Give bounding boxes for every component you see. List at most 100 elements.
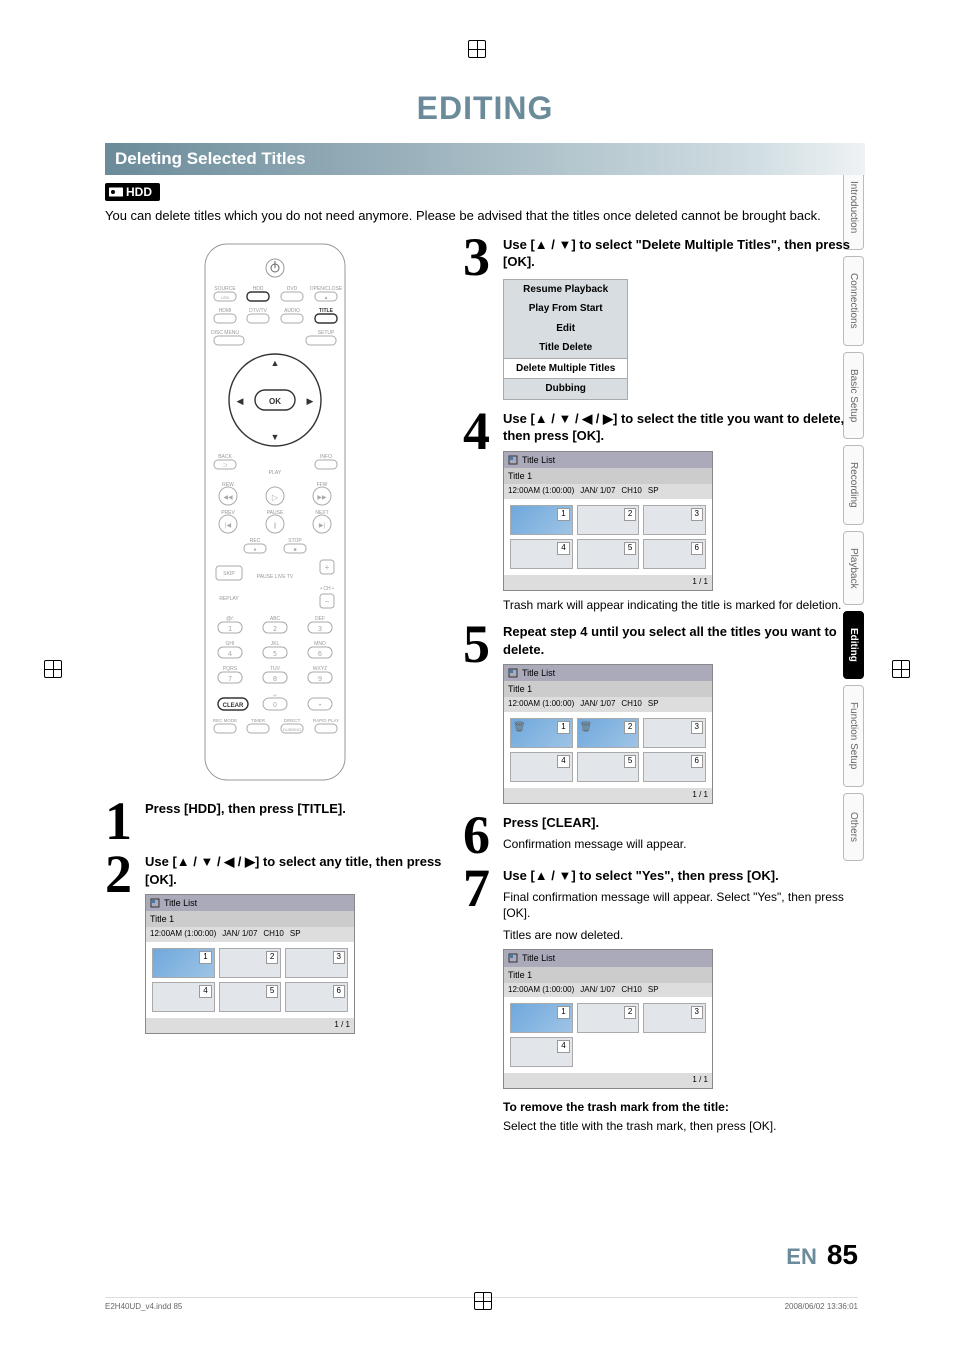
svg-text:TUV: TUV <box>270 666 281 672</box>
step-number: 5 <box>463 623 497 804</box>
svg-text:▶: ▶ <box>307 396 314 406</box>
svg-text:JKL: JKL <box>271 641 280 647</box>
svg-text:HDMI: HDMI <box>219 308 232 314</box>
columns: SOURCE HDD DVD OPEN/CLOSE USB ▲ HDMI DTV… <box>105 236 865 1145</box>
crop-mark-left <box>44 660 62 683</box>
svg-text:■: ■ <box>293 547 296 553</box>
svg-text:OK: OK <box>269 397 281 406</box>
step-1-title: Press [HDD], then press [TITLE]. <box>145 800 445 818</box>
step-number: 2 <box>105 853 139 1034</box>
page-number: 85 <box>827 1239 858 1271</box>
tl-header: Title List <box>164 897 197 909</box>
svg-text:STOP: STOP <box>288 538 302 544</box>
svg-text:◀: ◀ <box>237 396 244 406</box>
svg-text:2: 2 <box>273 625 277 633</box>
step-4-title: Use [▲ / ▼ / ◀ / ▶] to select the title … <box>503 410 853 445</box>
svg-text:SETUP: SETUP <box>318 330 335 336</box>
step-4: 4 Use [▲ / ▼ / ◀ / ▶] to select the titl… <box>463 410 853 613</box>
step-5: 5 Repeat step 4 until you select all the… <box>463 623 853 804</box>
svg-text:REPLAY: REPLAY <box>219 596 239 602</box>
step-7-body: Final confirmation message will appear. … <box>503 889 853 921</box>
step-number: 3 <box>463 236 497 400</box>
svg-text:+: + <box>325 563 330 572</box>
step-5-title: Repeat step 4 until you select all the t… <box>503 623 853 658</box>
step-4-note: Trash mark will appear indicating the ti… <box>503 597 853 613</box>
svg-text:AUDIO: AUDIO <box>284 308 300 314</box>
svg-text:6: 6 <box>318 650 322 658</box>
tl-icon <box>508 668 518 678</box>
svg-text:4: 4 <box>228 650 232 658</box>
menu-item[interactable]: Resume Playback <box>504 280 627 300</box>
svg-text:ABC: ABC <box>270 616 281 622</box>
svg-text:▼: ▼ <box>271 432 280 442</box>
column-right: 3 Use [▲ / ▼] to select "Delete Multiple… <box>463 236 853 1145</box>
svg-text:OPEN/CLOSE: OPEN/CLOSE <box>310 286 343 292</box>
svg-text:WXYZ: WXYZ <box>313 666 327 672</box>
foot-time: 2008/06/02 13:36:01 <box>785 1302 858 1311</box>
hdd-badge-label: HDD <box>126 185 152 199</box>
intro-text: You can delete titles which you do not n… <box>105 207 865 226</box>
step-3-title: Use [▲ / ▼] to select "Delete Multiple T… <box>503 236 853 271</box>
menu-item[interactable]: Title Delete <box>504 338 627 358</box>
svg-text:REC: REC <box>250 538 261 544</box>
foot-file: E2H40UD_v4.indd 85 <box>105 1302 182 1311</box>
svg-text:0: 0 <box>273 702 277 709</box>
tl-footer: 1 / 1 <box>146 1018 354 1033</box>
footer-note-heading: To remove the trash mark from the title: <box>503 1099 853 1115</box>
section-heading: Deleting Selected Titles <box>105 143 865 175</box>
menu-item-selected[interactable]: Delete Multiple Titles <box>504 358 627 380</box>
page-footer: EN 85 <box>786 1239 858 1271</box>
popup-menu: Resume Playback Play From Start Edit Tit… <box>503 279 628 400</box>
content: EDITING Deleting Selected Titles HDD You… <box>105 90 865 1145</box>
hdd-badge: HDD <box>105 183 160 201</box>
svg-text:3: 3 <box>318 625 322 633</box>
step-6-body: Confirmation message will appear. <box>503 836 853 852</box>
menu-item[interactable]: Play From Start <box>504 299 627 319</box>
svg-text:||: || <box>273 523 277 529</box>
step-6: 6 Press [CLEAR]. Confirmation message wi… <box>463 814 853 857</box>
menu-item[interactable]: Edit <box>504 319 627 339</box>
svg-text:5: 5 <box>273 650 277 658</box>
svg-text:• CH •: • CH • <box>320 586 334 592</box>
step-2: 2 Use [▲ / ▼ / ◀ / ▶] to select any titl… <box>105 853 445 1034</box>
step-7-note: Titles are now deleted. <box>503 927 853 943</box>
tl-icon <box>150 898 160 908</box>
svg-text:RAPID PLAY: RAPID PLAY <box>313 718 339 723</box>
svg-text:•: • <box>319 703 321 709</box>
svg-text:▷: ▷ <box>272 493 279 502</box>
svg-text:DIRECT: DIRECT <box>284 718 301 723</box>
svg-text:1: 1 <box>228 625 232 633</box>
disc-icon <box>109 186 123 198</box>
svg-text:USB: USB <box>221 295 230 300</box>
svg-text:DEF: DEF <box>315 616 325 622</box>
svg-text:@/:: @/: <box>226 616 234 622</box>
title-list-step7: Title List Title 1 12:00AM (1:00:00)JAN/… <box>503 949 713 1089</box>
svg-text:▲: ▲ <box>271 358 280 368</box>
svg-text:BACK: BACK <box>218 454 232 460</box>
foot-meta: E2H40UD_v4.indd 85 2008/06/02 13:36:01 <box>105 1297 858 1311</box>
crop-mark-right <box>892 660 910 683</box>
svg-text:⊃: ⊃ <box>222 463 227 469</box>
step-7: 7 Use [▲ / ▼] to select "Yes", then pres… <box>463 867 853 1134</box>
step-3: 3 Use [▲ / ▼] to select "Delete Multiple… <box>463 236 853 400</box>
svg-text:◀◀: ◀◀ <box>223 495 233 501</box>
svg-text:|◀: |◀ <box>225 523 232 529</box>
menu-item[interactable]: Dubbing <box>504 379 627 399</box>
svg-text:INFO: INFO <box>320 454 332 460</box>
svg-text:7: 7 <box>228 675 232 683</box>
step-number: 7 <box>463 867 497 1134</box>
trash-icon: 🗑 <box>580 721 593 735</box>
svg-text:▶▶: ▶▶ <box>317 495 327 501</box>
svg-text:DUBBING: DUBBING <box>283 727 301 732</box>
remote-control: SOURCE HDD DVD OPEN/CLOSE USB ▲ HDMI DTV… <box>200 242 350 782</box>
step-2-title: Use [▲ / ▼ / ◀ / ▶] to select any title,… <box>145 853 445 888</box>
svg-text:8: 8 <box>273 675 277 683</box>
tl-icon <box>508 953 518 963</box>
title-list-step4: Title List Title 1 12:00AM (1:00:00)JAN/… <box>503 451 713 591</box>
step-7-title: Use [▲ / ▼] to select "Yes", then press … <box>503 867 853 885</box>
svg-text:HDD: HDD <box>253 286 264 292</box>
svg-text:DISC MENU: DISC MENU <box>211 330 239 336</box>
svg-text:TIMER: TIMER <box>251 718 266 723</box>
svg-text:DVD: DVD <box>287 286 298 292</box>
svg-text:PQRS: PQRS <box>223 666 238 672</box>
